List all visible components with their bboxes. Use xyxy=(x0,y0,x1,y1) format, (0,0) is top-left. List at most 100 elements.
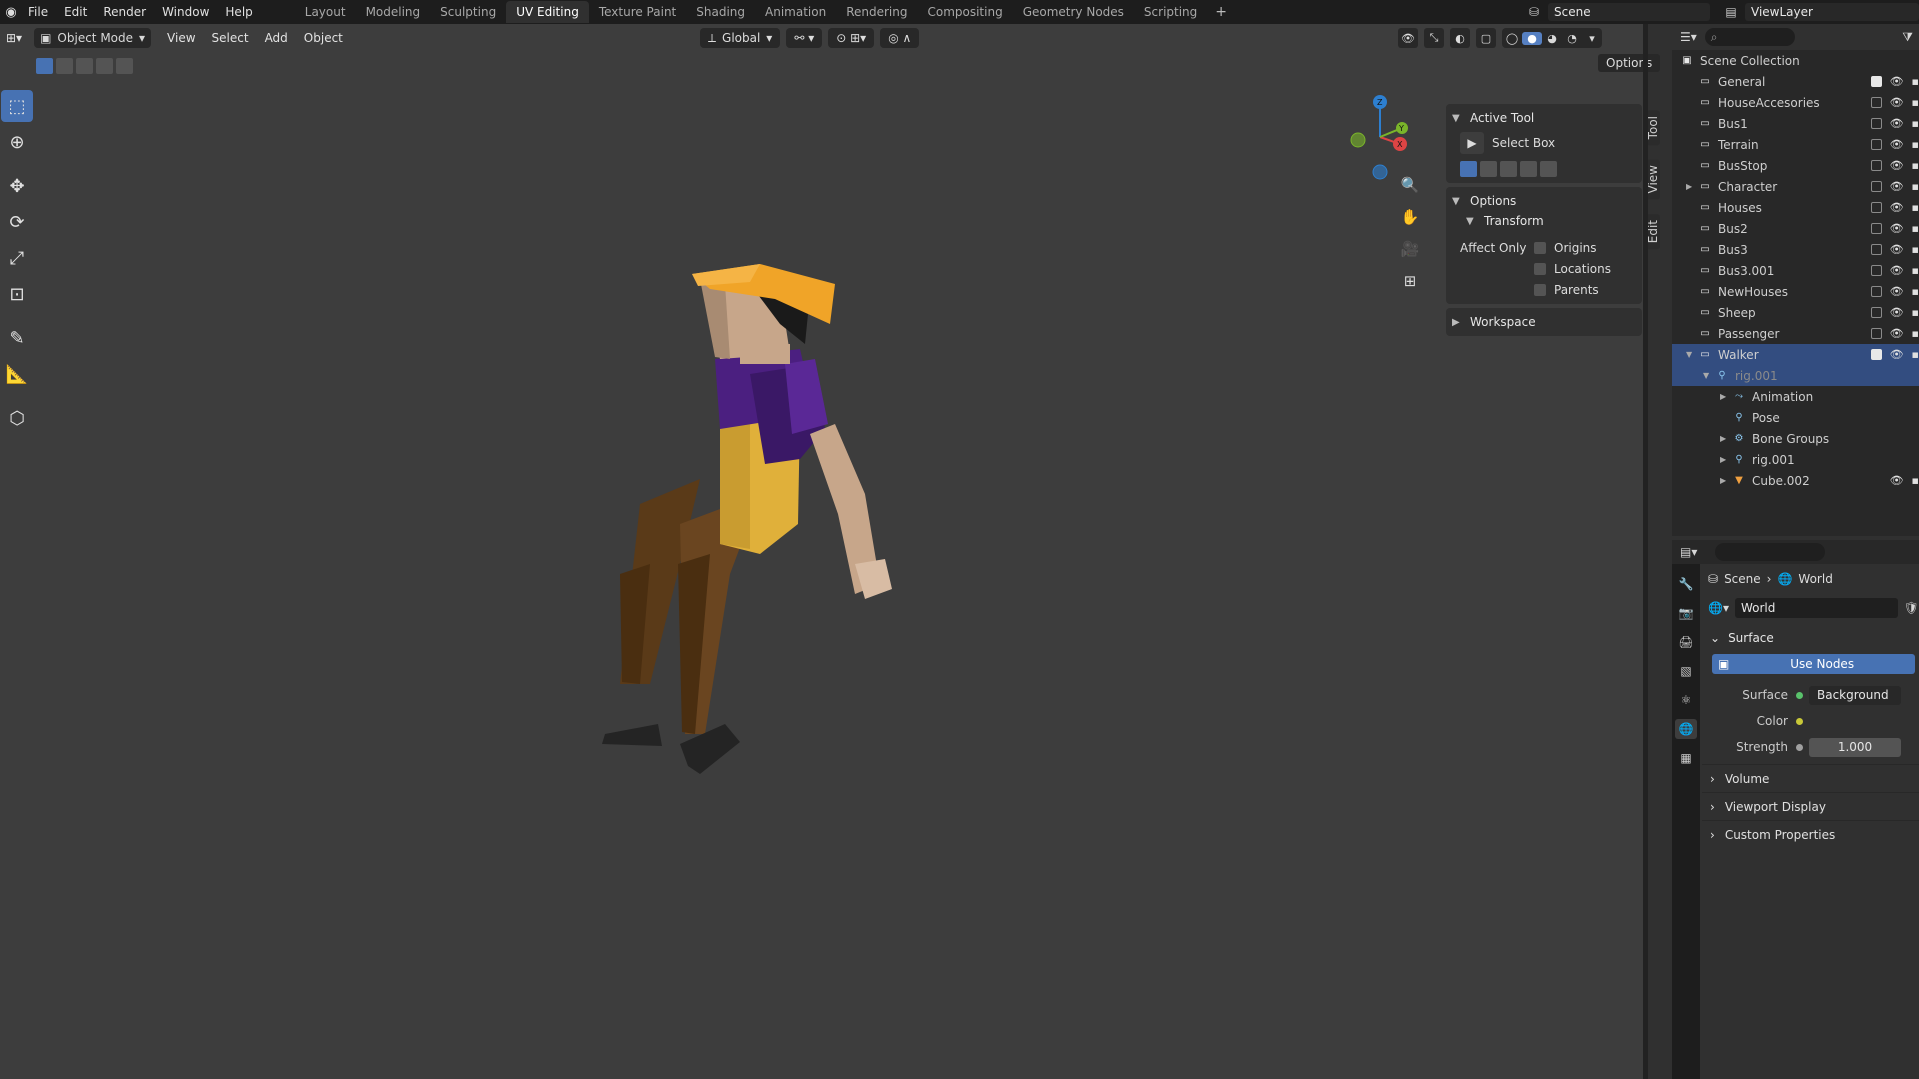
active-tool-header[interactable]: ▼ Active Tool xyxy=(1446,108,1642,128)
outliner-row[interactable]: ▼ ▭ Walker 👁 ▪ xyxy=(1672,344,1919,365)
workspace-header[interactable]: ▶ Workspace xyxy=(1446,312,1642,332)
overlay-toggle-icon[interactable]: ◐ xyxy=(1450,28,1470,48)
transform-header[interactable]: ▼ Transform xyxy=(1446,211,1642,231)
eye-icon[interactable]: 👁 xyxy=(1890,327,1904,340)
output-tab-icon[interactable]: 🖨 xyxy=(1675,632,1697,652)
3d-viewport[interactable]: ⊞▾ ▣ Object Mode ▾ View Select Add Objec… xyxy=(0,24,1661,1079)
outliner-row[interactable]: ▭ Bus3 👁 ▪ xyxy=(1672,239,1919,260)
outliner-row[interactable]: ▭ Houses 👁 ▪ xyxy=(1672,197,1919,218)
navigation-gizmo[interactable]: Z X Y xyxy=(1340,92,1420,182)
render-toggle-icon[interactable]: ▪ xyxy=(1912,474,1919,487)
disclosure-triangle-icon[interactable]: ▼ xyxy=(1686,350,1698,359)
eye-icon[interactable]: 👁 xyxy=(1890,243,1904,256)
eye-icon[interactable]: 👁 xyxy=(1890,348,1904,361)
menu-file[interactable]: File xyxy=(20,0,56,24)
exclude-checkbox[interactable] xyxy=(1870,328,1882,339)
select-invert-icon[interactable] xyxy=(96,58,113,74)
tab-texture-paint[interactable]: Texture Paint xyxy=(589,1,686,23)
transform-tool-icon[interactable]: ⊡ xyxy=(1,278,33,310)
menu-object[interactable]: Object xyxy=(296,31,351,45)
exclude-checkbox[interactable] xyxy=(1870,265,1882,276)
outliner-row[interactable]: ▭ Sheep 👁 ▪ xyxy=(1672,302,1919,323)
eye-icon[interactable]: 👁 xyxy=(1890,222,1904,235)
tab-view[interactable]: View xyxy=(1646,159,1660,200)
parents-checkbox[interactable] xyxy=(1534,283,1546,296)
gizmo-toggle-icon[interactable]: ⤡ xyxy=(1424,28,1444,48)
outliner-row[interactable]: ▶ ⤳ Animation xyxy=(1672,386,1919,407)
locations-checkbox[interactable] xyxy=(1534,262,1546,275)
tab-rendering[interactable]: Rendering xyxy=(836,1,917,23)
exclude-checkbox[interactable] xyxy=(1870,202,1882,213)
scene-tab-icon[interactable]: ⚛ xyxy=(1675,690,1697,710)
mode-intersect-icon[interactable] xyxy=(1540,160,1557,177)
zoom-icon[interactable]: 🔍 xyxy=(1398,174,1422,196)
render-toggle-icon[interactable]: ▪ xyxy=(1912,180,1919,193)
chevron-down-icon[interactable]: ▾ xyxy=(1582,32,1602,45)
exclude-checkbox[interactable] xyxy=(1870,223,1882,234)
tab-scripting[interactable]: Scripting xyxy=(1134,1,1207,23)
visibility-icon[interactable]: 👁 xyxy=(1398,28,1418,48)
mode-extend-icon[interactable] xyxy=(1480,160,1497,177)
menu-render[interactable]: Render xyxy=(95,0,154,24)
view-layer-tab-icon[interactable]: ▧ xyxy=(1675,661,1697,681)
search-icon[interactable]: ⌕ xyxy=(1704,28,1795,46)
strength-field[interactable]: 1.000 xyxy=(1809,737,1901,757)
mode-selector[interactable]: ▣ Object Mode ▾ xyxy=(34,28,152,48)
render-toggle-icon[interactable]: ▪ xyxy=(1912,75,1919,88)
exclude-checkbox[interactable] xyxy=(1870,139,1882,150)
proportional-toggle[interactable]: ◎ ∧ xyxy=(880,28,920,48)
surface-header[interactable]: ⌄ Surface xyxy=(1702,626,1919,650)
scene-selector[interactable]: ⛁ Scene xyxy=(1520,2,1710,22)
cursor-tool-icon[interactable]: ⊕ xyxy=(1,126,33,158)
viewport-display-section[interactable]: › Viewport Display xyxy=(1702,792,1919,820)
outliner-row[interactable]: ▭ HouseAccesories 👁 ▪ xyxy=(1672,92,1919,113)
rendered-shading-icon[interactable]: ◔ xyxy=(1562,32,1582,45)
tab-uv-editing[interactable]: UV Editing xyxy=(506,1,589,23)
exclude-checkbox[interactable] xyxy=(1870,181,1882,192)
orientation-selector[interactable]: ⟂ Global ▾ xyxy=(700,28,781,48)
rotate-tool-icon[interactable]: ⟳ xyxy=(1,206,33,238)
mode-subtract-icon[interactable] xyxy=(1500,160,1517,177)
area-divider[interactable] xyxy=(1643,24,1648,1079)
surface-shader-field[interactable]: Background xyxy=(1809,685,1901,705)
render-tab-icon[interactable]: 📷 xyxy=(1675,603,1697,623)
exclude-checkbox[interactable] xyxy=(1870,307,1882,318)
render-toggle-icon[interactable]: ▪ xyxy=(1912,285,1919,298)
outliner-row[interactable]: ▭ NewHouses 👁 ▪ xyxy=(1672,281,1919,302)
tab-modeling[interactable]: Modeling xyxy=(356,1,431,23)
eye-icon[interactable]: 👁 xyxy=(1890,117,1904,130)
view-layer-name[interactable]: ViewLayer xyxy=(1745,3,1919,21)
tab-tool[interactable]: Tool xyxy=(1646,110,1660,146)
tab-compositing[interactable]: Compositing xyxy=(917,1,1012,23)
add-workspace-icon[interactable]: + xyxy=(1207,4,1235,20)
custom-properties-section[interactable]: › Custom Properties xyxy=(1702,820,1919,848)
eye-icon[interactable]: 👁 xyxy=(1890,285,1904,298)
exclude-checkbox[interactable] xyxy=(1870,76,1882,87)
blender-logo-icon[interactable]: ◉ xyxy=(2,3,20,21)
outliner-editor-icon[interactable]: ☰▾ xyxy=(1680,30,1697,44)
eye-icon[interactable]: 👁 xyxy=(1890,474,1904,487)
eye-icon[interactable]: 👁 xyxy=(1890,75,1904,88)
menu-window[interactable]: Window xyxy=(154,0,217,24)
exclude-checkbox[interactable] xyxy=(1870,349,1882,360)
exclude-checkbox[interactable] xyxy=(1870,286,1882,297)
eye-icon[interactable]: 👁 xyxy=(1890,138,1904,151)
outliner-row[interactable]: ▶ ▼ Cube.002 👁 ▪ xyxy=(1672,470,1919,491)
outliner-row[interactable]: ▭ Bus1 👁 ▪ xyxy=(1672,113,1919,134)
disclosure-triangle-icon[interactable]: ▶ xyxy=(1686,182,1698,191)
render-toggle-icon[interactable]: ▪ xyxy=(1912,96,1919,109)
menu-help[interactable]: Help xyxy=(217,0,260,24)
scene-collection-row[interactable]: ▣ Scene Collection xyxy=(1672,50,1919,71)
select-new-icon[interactable] xyxy=(36,58,53,74)
pivot-selector[interactable]: ⚯ ▾ xyxy=(786,28,823,48)
tab-layout[interactable]: Layout xyxy=(295,1,356,23)
use-nodes-button[interactable]: ▣ Use Nodes xyxy=(1712,654,1915,674)
camera-icon[interactable]: 🎥 xyxy=(1398,238,1422,260)
wireframe-shading-icon[interactable]: ◯ xyxy=(1502,32,1522,45)
add-cube-tool-icon[interactable]: ⬡ xyxy=(1,402,33,434)
menu-view[interactable]: View xyxy=(159,31,203,45)
disclosure-triangle-icon[interactable]: ▶ xyxy=(1720,455,1732,464)
tab-edit[interactable]: Edit xyxy=(1646,213,1660,250)
exclude-checkbox[interactable] xyxy=(1870,244,1882,255)
world-tab-icon[interactable]: 🌐 xyxy=(1675,719,1697,739)
